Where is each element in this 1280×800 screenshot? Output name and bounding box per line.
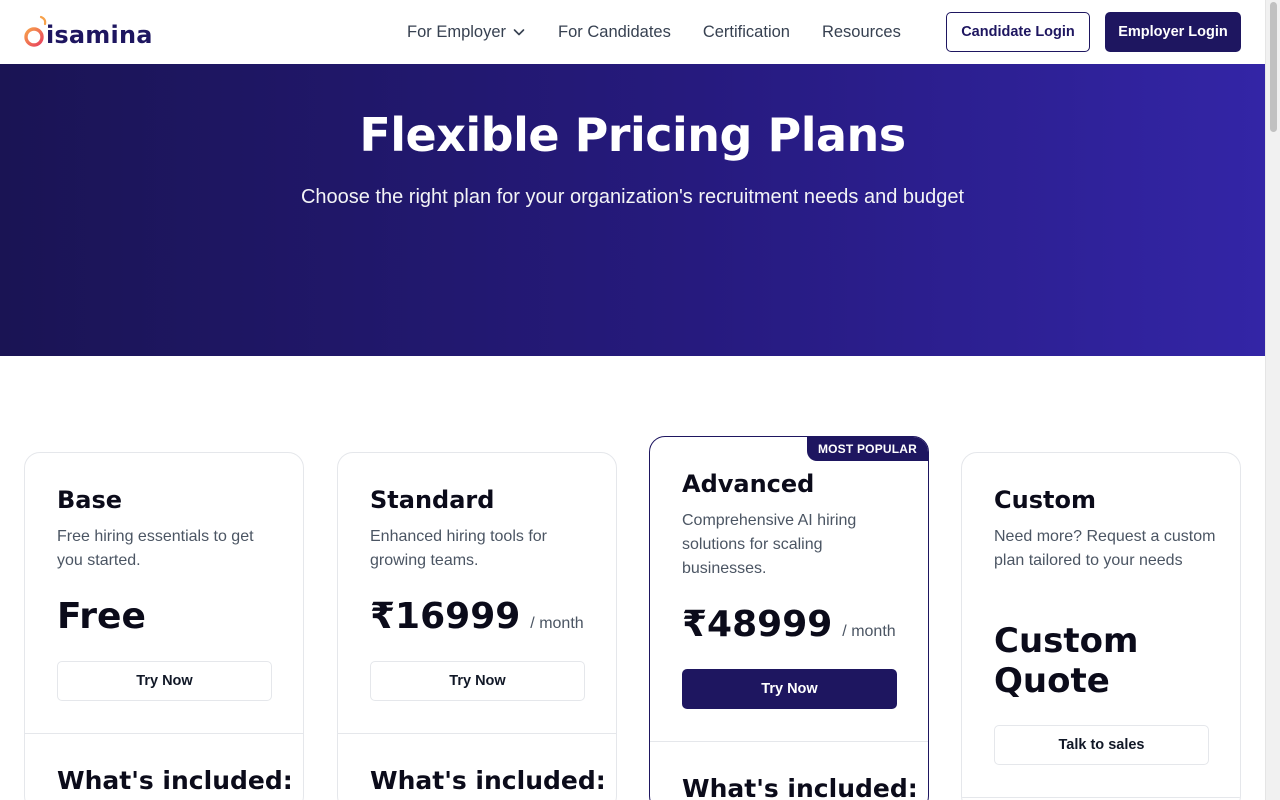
plan-name: Custom [994, 486, 1096, 514]
candidate-login-button[interactable]: Candidate Login [946, 12, 1090, 52]
nav-for-employer-label: For Employer [407, 22, 507, 41]
try-now-button[interactable]: Try Now [57, 661, 272, 701]
nav-resources[interactable]: Resources [822, 20, 901, 44]
plan-description: Enhanced hiring tools for growing teams. [370, 528, 547, 569]
card-divider [650, 741, 928, 742]
included-heading: What's included: [57, 766, 293, 795]
plan-price: Custom Quote [994, 621, 1139, 701]
main-nav: For Employer For Candidates Certificatio… [407, 20, 901, 44]
price-period: / month [842, 623, 896, 640]
chevron-down-icon [512, 25, 526, 39]
plan-name: Standard [370, 486, 495, 514]
plan-description: Need more? Request a custom plan tailore… [994, 528, 1216, 569]
card-divider [962, 797, 1240, 798]
logo-mark-icon [24, 12, 47, 52]
included-heading: What's included: [682, 774, 918, 800]
try-now-button[interactable]: Try Now [682, 669, 897, 709]
plan-price: ₹16999 / month [370, 596, 584, 637]
page-subtitle: Choose the right plan for your organizat… [300, 186, 965, 208]
page-scrollbar[interactable] [1265, 0, 1280, 800]
price-period: / month [530, 615, 584, 632]
plan-card-advanced: MOST POPULAR Advanced Comprehensive AI h… [649, 436, 929, 800]
nav-for-candidates[interactable]: For Candidates [558, 20, 671, 44]
included-heading: What's included: [370, 766, 606, 795]
price-amount: Free [57, 596, 146, 637]
try-now-button[interactable]: Try Now [370, 661, 585, 701]
plan-name: Base [57, 486, 123, 514]
price-amount: ₹48999 [682, 604, 833, 645]
brand-logo[interactable]: isamina [24, 12, 153, 52]
plan-description: Free hiring essentials to get you starte… [57, 528, 254, 569]
plan-name: Advanced [682, 470, 815, 498]
plan-price: Free [57, 596, 146, 637]
nav-certification[interactable]: Certification [703, 20, 790, 44]
card-divider [338, 733, 616, 734]
plan-price: ₹48999 / month [682, 604, 896, 645]
talk-to-sales-button[interactable]: Talk to sales [994, 725, 1209, 765]
page-title: Flexible Pricing Plans [359, 108, 906, 162]
price-amount: ₹16999 [370, 596, 521, 637]
brand-name: isamina [46, 21, 153, 49]
plan-card-custom: Custom Need more? Request a custom plan … [961, 452, 1241, 800]
most-popular-badge: MOST POPULAR [807, 437, 928, 461]
plan-card-base: Base Free hiring essentials to get you s… [24, 452, 304, 800]
scrollbar-thumb[interactable] [1270, 2, 1277, 132]
employer-login-button[interactable]: Employer Login [1105, 12, 1241, 52]
card-divider [25, 733, 303, 734]
nav-for-employer[interactable]: For Employer [407, 20, 526, 44]
site-header: isamina For Employer For Candidates Cert… [0, 0, 1265, 64]
hero-banner: Flexible Pricing Plans Choose the right … [0, 64, 1265, 356]
plan-description: Comprehensive AI hiring solutions for sc… [682, 512, 857, 577]
plan-card-standard: Standard Enhanced hiring tools for growi… [337, 452, 617, 800]
